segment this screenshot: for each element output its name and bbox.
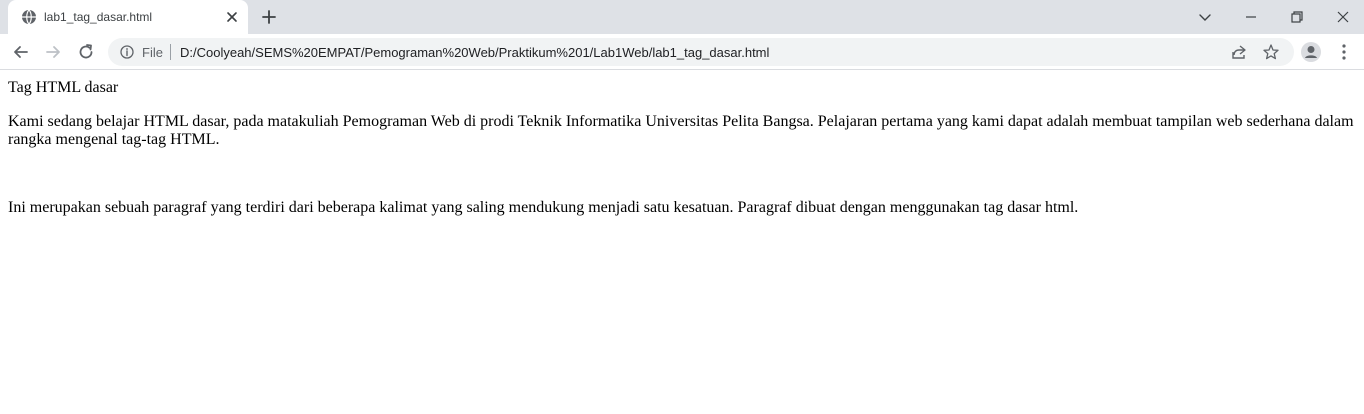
- close-icon[interactable]: [224, 9, 240, 25]
- url-text[interactable]: D:/Coolyeah/SEMS%20EMPAT/Pemograman%20We…: [180, 45, 769, 60]
- active-tab[interactable]: lab1_tag_dasar.html: [8, 0, 248, 34]
- plus-icon[interactable]: [260, 8, 278, 26]
- share-icon[interactable]: [1230, 43, 1248, 61]
- kebab-menu-icon[interactable]: [1335, 42, 1353, 62]
- browser-toolbar: File D:/Coolyeah/SEMS%20EMPAT/Pemograman…: [0, 34, 1364, 70]
- info-icon[interactable]: [120, 45, 134, 59]
- address-separator: [170, 44, 171, 60]
- tab-title: lab1_tag_dasar.html: [44, 10, 153, 24]
- address-bar[interactable]: File D:/Coolyeah/SEMS%20EMPAT/Pemograman…: [108, 38, 1294, 66]
- restore-icon[interactable]: [1286, 6, 1308, 28]
- arrow-left-icon[interactable]: [11, 42, 31, 62]
- page-heading: Tag HTML dasar: [8, 79, 119, 96]
- page-content: Tag HTML dasar Kami sedang belajar HTML …: [0, 71, 1364, 414]
- line-break-spacer: [8, 165, 1356, 199]
- arrow-right-icon[interactable]: [43, 42, 63, 62]
- second-paragraph: Ini merupakan sebuah paragraf yang terdi…: [8, 199, 1079, 216]
- intro-paragraph: Kami sedang belajar HTML dasar, pada mat…: [8, 113, 1354, 148]
- globe-icon: [22, 9, 36, 25]
- minimize-icon[interactable]: [1240, 6, 1262, 28]
- scheme-label[interactable]: File: [142, 45, 163, 60]
- tab-strip: lab1_tag_dasar.html: [0, 0, 1364, 34]
- reload-icon[interactable]: [76, 42, 96, 62]
- person-icon[interactable]: [1300, 41, 1322, 63]
- window-close-icon[interactable]: [1332, 6, 1354, 28]
- chevron-down-icon[interactable]: [1194, 6, 1216, 28]
- star-icon[interactable]: [1262, 43, 1280, 61]
